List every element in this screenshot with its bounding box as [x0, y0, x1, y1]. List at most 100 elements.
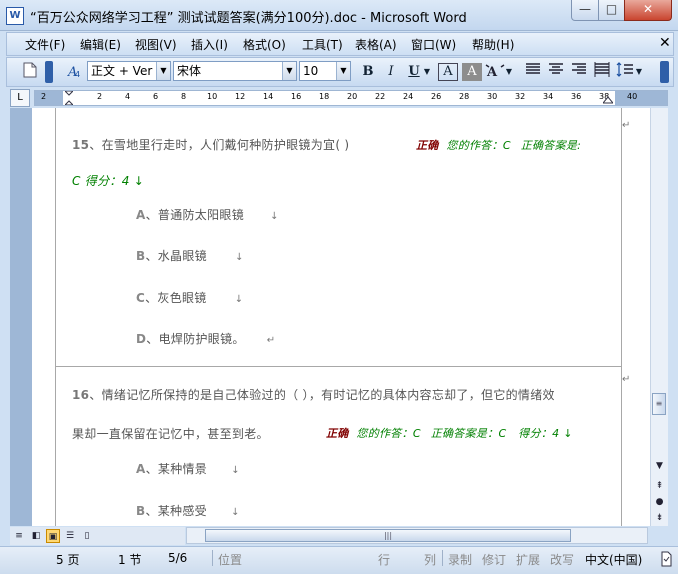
menu-tools[interactable]: 工具(T) — [302, 36, 343, 53]
previous-page-icon[interactable]: ⇞ — [653, 480, 666, 493]
line-break-mark: ↓ — [234, 294, 244, 305]
cell-end-mark: ↵ — [622, 120, 631, 131]
bold-button[interactable]: B — [358, 62, 378, 82]
ruler-tick: 32 — [515, 92, 526, 101]
styles-and-formatting-icon[interactable]: A4 — [65, 62, 85, 82]
indent-marker-icon[interactable] — [63, 90, 75, 106]
next-page-icon[interactable]: ⇟ — [653, 512, 666, 525]
scrollbar-thumb[interactable]: ||| — [205, 529, 571, 542]
view-buttons: ≡ ◧ ▣ ☰ ▯ — [10, 527, 185, 545]
close-window-button[interactable]: ✕ — [624, 0, 672, 21]
vertical-ruler — [10, 108, 32, 526]
character-shading-button[interactable]: A — [462, 63, 482, 81]
ruler-tick: 30 — [487, 92, 498, 101]
line-spacing-dropdown-icon[interactable]: ▼ — [635, 62, 643, 82]
vertical-scrollbar[interactable]: ≡ ▼ ⇞ ● ⇟ — [650, 108, 668, 526]
minimize-button[interactable]: — — [571, 0, 599, 21]
status-position[interactable]: 位置 — [218, 551, 242, 568]
line-spacing-icon[interactable] — [615, 62, 635, 82]
menu-help[interactable]: 帮助(H) — [472, 36, 514, 53]
ruler-tick: 24 — [403, 92, 414, 101]
character-border-button[interactable]: A — [438, 63, 458, 81]
ruler-tick: 18 — [319, 92, 330, 101]
horizontal-scrollbar[interactable]: ||| — [186, 527, 648, 544]
line-break-mark: ↓ — [231, 507, 240, 518]
menu-format[interactable]: 格式(O) — [243, 36, 286, 53]
tab-stop-selector[interactable]: L — [10, 89, 30, 107]
chevron-down-icon[interactable]: ▼ — [336, 62, 350, 80]
character-scaling-icon[interactable]: A — [485, 62, 505, 82]
option-a: A、某种情景 ↓ — [136, 460, 240, 477]
menu-view[interactable]: 视图(V) — [135, 36, 177, 53]
ruler-tick: 28 — [459, 92, 470, 101]
underline-button[interactable]: U — [404, 62, 424, 82]
style-combo[interactable]: 正文 + Ver ▼ — [87, 61, 171, 81]
font-size-combo[interactable]: 10 ▼ — [299, 61, 351, 81]
status-column[interactable]: 列 — [424, 551, 436, 568]
menu-insert[interactable]: 插入(I) — [191, 36, 228, 53]
word-app-icon[interactable]: W — [6, 7, 24, 25]
row-divider — [55, 366, 622, 367]
svg-text:A: A — [486, 65, 498, 80]
option-text: 、灰色眼镜 — [145, 291, 207, 305]
ruler-tick: 2 — [41, 92, 47, 101]
window-title: “百万公众网络学习工程” 测试试题答案(满分100分).doc - Micros… — [30, 11, 467, 26]
menu-file[interactable]: 文件(F) — [25, 36, 65, 53]
correct-label: 正确 — [416, 139, 439, 152]
italic-button[interactable]: I — [381, 62, 401, 82]
status-page[interactable]: 5 页 — [56, 551, 79, 568]
toolbar-options-chevron-icon[interactable] — [45, 61, 53, 83]
new-document-icon[interactable] — [20, 62, 40, 82]
document-area[interactable]: 15、在雪地里行走时，人们戴何种防护眼镜为宜( ) 正确 您的作答：C 正确答案… — [32, 108, 650, 526]
menu-edit[interactable]: 编辑(E) — [80, 36, 121, 53]
chevron-down-icon[interactable]: ▼ — [282, 62, 296, 80]
question-15-line: 15、在雪地里行走时，人们戴何种防护眼镜为宜( ) — [72, 136, 349, 153]
option-text: 、普通防太阳眼镜 — [145, 208, 244, 222]
status-language[interactable]: 中文(中国) — [585, 551, 642, 568]
status-overtype[interactable]: 改写 — [550, 551, 574, 568]
option-b: B、某种感受 ↓ — [136, 502, 240, 519]
ruler-tick: 26 — [431, 92, 442, 101]
option-d: D、电焊防护眼镜。 ↵ — [136, 330, 275, 347]
chevron-down-icon[interactable]: ▼ — [156, 62, 170, 80]
horizontal-ruler[interactable]: 2 2 4 6 8 10 12 14 16 18 20 22 24 26 28 … — [34, 90, 668, 106]
option-letter: A — [136, 208, 146, 222]
align-center-icon[interactable] — [546, 62, 566, 82]
underline-dropdown-icon[interactable]: ▼ — [423, 62, 431, 82]
correct-label: 正确 — [326, 427, 349, 440]
outline-view-icon[interactable]: ☰ — [63, 529, 77, 543]
scaling-dropdown-icon[interactable]: ▼ — [505, 62, 513, 82]
scrollbar-thumb[interactable]: ≡ — [652, 393, 666, 415]
menu-window[interactable]: 窗口(W) — [411, 36, 456, 53]
page-margin-line-left — [55, 108, 56, 526]
toolbar-overflow-chevron-icon[interactable] — [660, 61, 669, 83]
ruler-tick: 8 — [181, 92, 187, 101]
font-combo[interactable]: 宋体 ▼ — [173, 61, 297, 81]
status-section[interactable]: 1 节 — [118, 551, 141, 568]
reading-layout-icon[interactable]: ▯ — [80, 529, 94, 543]
status-record[interactable]: 录制 — [448, 551, 472, 568]
status-track-changes[interactable]: 修订 — [482, 551, 506, 568]
question-number: 15 — [72, 138, 90, 152]
align-right-icon[interactable] — [569, 62, 589, 82]
style-combo-value: 正文 + Ver — [91, 64, 153, 78]
spelling-status-icon[interactable] — [660, 551, 672, 567]
line-break-mark: ↓ — [235, 252, 244, 263]
close-document-button[interactable]: ✕ — [659, 35, 671, 51]
ruler-tick: 10 — [207, 92, 218, 101]
print-layout-icon[interactable]: ▣ — [46, 529, 60, 543]
option-text: 、水晶眼镜 — [145, 249, 207, 263]
status-extend[interactable]: 扩展 — [516, 551, 540, 568]
scroll-down-arrow-icon[interactable]: ▼ — [653, 460, 666, 473]
ruler-tick: 36 — [571, 92, 582, 101]
normal-view-icon[interactable]: ≡ — [12, 529, 26, 543]
status-line[interactable]: 行 — [378, 551, 390, 568]
maximize-button[interactable]: □ — [598, 0, 625, 21]
align-justify-icon[interactable] — [523, 62, 543, 82]
menu-table[interactable]: 表格(A) — [355, 36, 397, 53]
web-layout-icon[interactable]: ◧ — [29, 529, 43, 543]
distributed-align-icon[interactable] — [592, 62, 612, 82]
status-page-of[interactable]: 5/6 — [168, 551, 187, 565]
select-browse-object-icon[interactable]: ● — [653, 496, 666, 509]
right-indent-marker-icon[interactable] — [601, 91, 615, 105]
